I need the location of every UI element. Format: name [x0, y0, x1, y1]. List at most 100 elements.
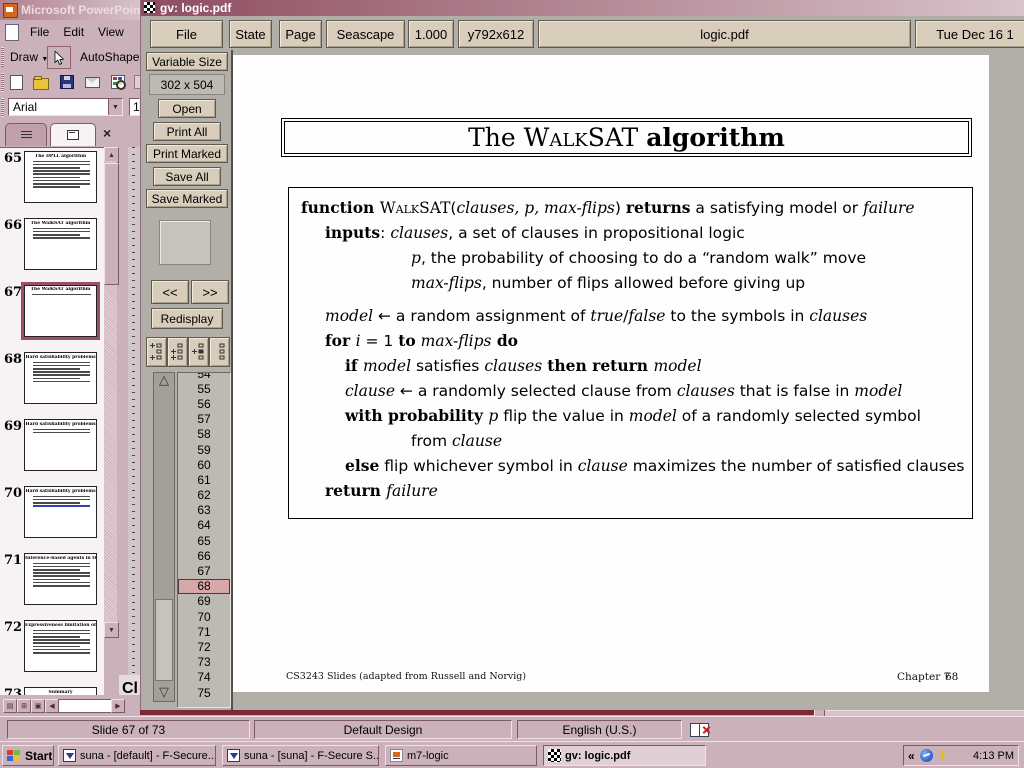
page-list-item[interactable]: 61: [178, 472, 230, 487]
gv-media-button[interactable]: y792x612: [458, 20, 534, 48]
scrollbar-thumb[interactable]: [155, 599, 173, 681]
new-document-icon[interactable]: [10, 75, 23, 90]
preview-icon[interactable]: [111, 75, 125, 89]
font-size-combo[interactable]: 1: [129, 98, 140, 116]
menu-item[interactable]: File: [30, 25, 49, 39]
unmark-all-pages-button[interactable]: [209, 337, 230, 367]
save-icon[interactable]: [60, 75, 74, 89]
font-name-combo[interactable]: Arial ▼: [8, 98, 123, 116]
slide-thumbnail[interactable]: 70 Hard satisfiability problems: [0, 486, 104, 538]
mark-all-pages-button[interactable]: [167, 337, 188, 367]
scroll-down-icon[interactable]: ▽: [154, 685, 174, 701]
slide-thumbnail[interactable]: 67 The WalkSAT algorithm: [0, 285, 104, 337]
page-list-item[interactable]: 54: [178, 372, 230, 381]
thumbnail-scrollbar[interactable]: ▲ ▼: [104, 147, 119, 636]
page-locator-preview[interactable]: [159, 220, 211, 265]
draw-menu-button[interactable]: Draw ▼: [10, 50, 48, 64]
spellcheck-icon[interactable]: [690, 723, 709, 737]
close-pane-icon[interactable]: ×: [103, 125, 111, 141]
select-pointer-button[interactable]: [47, 46, 71, 69]
page-list-item[interactable]: 64: [178, 518, 230, 533]
redisplay-button[interactable]: Redisplay: [151, 308, 223, 329]
page-list-item[interactable]: 60: [178, 457, 230, 472]
slide-thumbnail[interactable]: 72 Expressiveness limitation of proposit…: [0, 620, 104, 672]
slide-sorter-view-icon[interactable]: ⊞: [17, 699, 31, 713]
scrollbar-thumb[interactable]: [104, 163, 119, 285]
tab-outline[interactable]: [5, 123, 47, 146]
scroll-down-icon[interactable]: ▼: [104, 622, 119, 638]
gv-scale-button[interactable]: 1.000: [408, 20, 454, 48]
gv-titlebar[interactable]: gv: logic.pdf: [141, 0, 1024, 16]
page-list-item[interactable]: 74: [178, 670, 230, 685]
page-list-item[interactable]: 72: [178, 639, 230, 654]
page-list-item[interactable]: 65: [178, 533, 230, 548]
gv-state-button[interactable]: State: [229, 20, 272, 48]
taskbar-task-button[interactable]: suna - [suna] - F-Secure S...: [222, 745, 379, 766]
pdf-page[interactable]: The WalkSAT algorithm function WalkSAT(c…: [233, 55, 989, 692]
slideshow-view-icon[interactable]: ▣: [31, 699, 45, 713]
pane-splitter[interactable]: [119, 147, 128, 697]
powerpoint-titlebar[interactable]: Microsoft PowerPoin: [0, 0, 140, 20]
open-file-icon[interactable]: [33, 78, 49, 90]
scroll-up-icon[interactable]: △: [154, 373, 174, 389]
page-list-item[interactable]: 59: [178, 442, 230, 457]
page-list-item[interactable]: 57: [178, 412, 230, 427]
normal-view-icon[interactable]: ▤: [3, 699, 17, 713]
menu-item[interactable]: View: [98, 25, 124, 39]
gv-filename-field[interactable]: logic.pdf: [538, 20, 911, 48]
save-marked-button[interactable]: Save Marked: [146, 189, 228, 208]
slide-thumbnail[interactable]: 71 Inference-based agents in the wumpus …: [0, 553, 104, 605]
toolbar-grip[interactable]: [1, 98, 4, 117]
page-list-item[interactable]: 75: [178, 685, 230, 700]
horizontal-scroll-track[interactable]: [58, 699, 112, 713]
print-marked-button[interactable]: Print Marked: [146, 144, 228, 163]
scroll-right-icon[interactable]: ▶: [111, 699, 125, 713]
page-list-item[interactable]: 55: [178, 381, 230, 396]
prev-page-button[interactable]: <<: [151, 280, 189, 304]
unmark-current-page-button[interactable]: [188, 337, 209, 367]
status-language[interactable]: English (U.S.): [517, 720, 682, 739]
taskbar-task-button[interactable]: gv: logic.pdf: [543, 745, 706, 766]
page-list-item[interactable]: 63: [178, 503, 230, 518]
mail-icon[interactable]: [85, 77, 100, 88]
slide-thumbnail[interactable]: 66 The WalkSAT algorithm: [0, 218, 104, 270]
print-all-button[interactable]: Print All: [153, 122, 221, 141]
mark-current-page-button[interactable]: [146, 337, 167, 367]
page-list-item[interactable]: 67: [178, 563, 230, 578]
start-button[interactable]: Start: [2, 745, 54, 766]
page-list-item[interactable]: 68: [178, 579, 230, 594]
autoshapes-button[interactable]: AutoShapes: [80, 50, 140, 64]
variable-size-button[interactable]: Variable Size: [146, 52, 228, 71]
gv-file-button[interactable]: File: [150, 20, 223, 48]
toolbar-grip[interactable]: [1, 47, 4, 67]
slide-thumbnail[interactable]: 69 Hard satisfiability problems: [0, 419, 104, 471]
page-list-item[interactable]: 69: [178, 594, 230, 609]
slide-thumbnail[interactable]: 68 Hard satisfiability problems: [0, 352, 104, 404]
taskbar-task-button[interactable]: suna - [default] - F-Secure...: [58, 745, 216, 766]
gv-page-button[interactable]: Page: [279, 20, 322, 48]
page-list-item[interactable]: 58: [178, 427, 230, 442]
slide-thumbnail[interactable]: 65 The DPLL algorithm: [0, 151, 104, 203]
gv-orientation-button[interactable]: Seascape: [326, 20, 405, 48]
fsecure-tray-icon[interactable]: [920, 749, 933, 762]
toolbar-grip[interactable]: [1, 73, 4, 92]
presentation-doc-icon[interactable]: [5, 24, 19, 41]
taskbar-clock[interactable]: 4:13 PM: [973, 750, 1014, 762]
page-list-item[interactable]: 66: [178, 548, 230, 563]
save-all-button[interactable]: Save All: [153, 167, 221, 186]
status-design-name[interactable]: Default Design: [254, 720, 512, 739]
tab-slides[interactable]: [50, 123, 96, 146]
page-list-item[interactable]: 73: [178, 655, 230, 670]
taskbar-task-button[interactable]: m7-logic: [385, 745, 537, 766]
page-list-item[interactable]: 71: [178, 624, 230, 639]
next-page-button[interactable]: >>: [191, 280, 229, 304]
chevron-down-icon[interactable]: ▼: [108, 99, 122, 115]
page-list-item[interactable]: 70: [178, 609, 230, 624]
scroll-left-icon[interactable]: ◀: [45, 699, 59, 713]
open-button[interactable]: Open: [158, 99, 216, 118]
page-list-scrollbar[interactable]: △ ▽: [153, 372, 175, 702]
page-list-item[interactable]: 56: [178, 396, 230, 411]
lightning-tray-icon[interactable]: [938, 749, 948, 762]
tray-collapse-button[interactable]: «: [908, 749, 915, 763]
page-list-item[interactable]: 62: [178, 488, 230, 503]
